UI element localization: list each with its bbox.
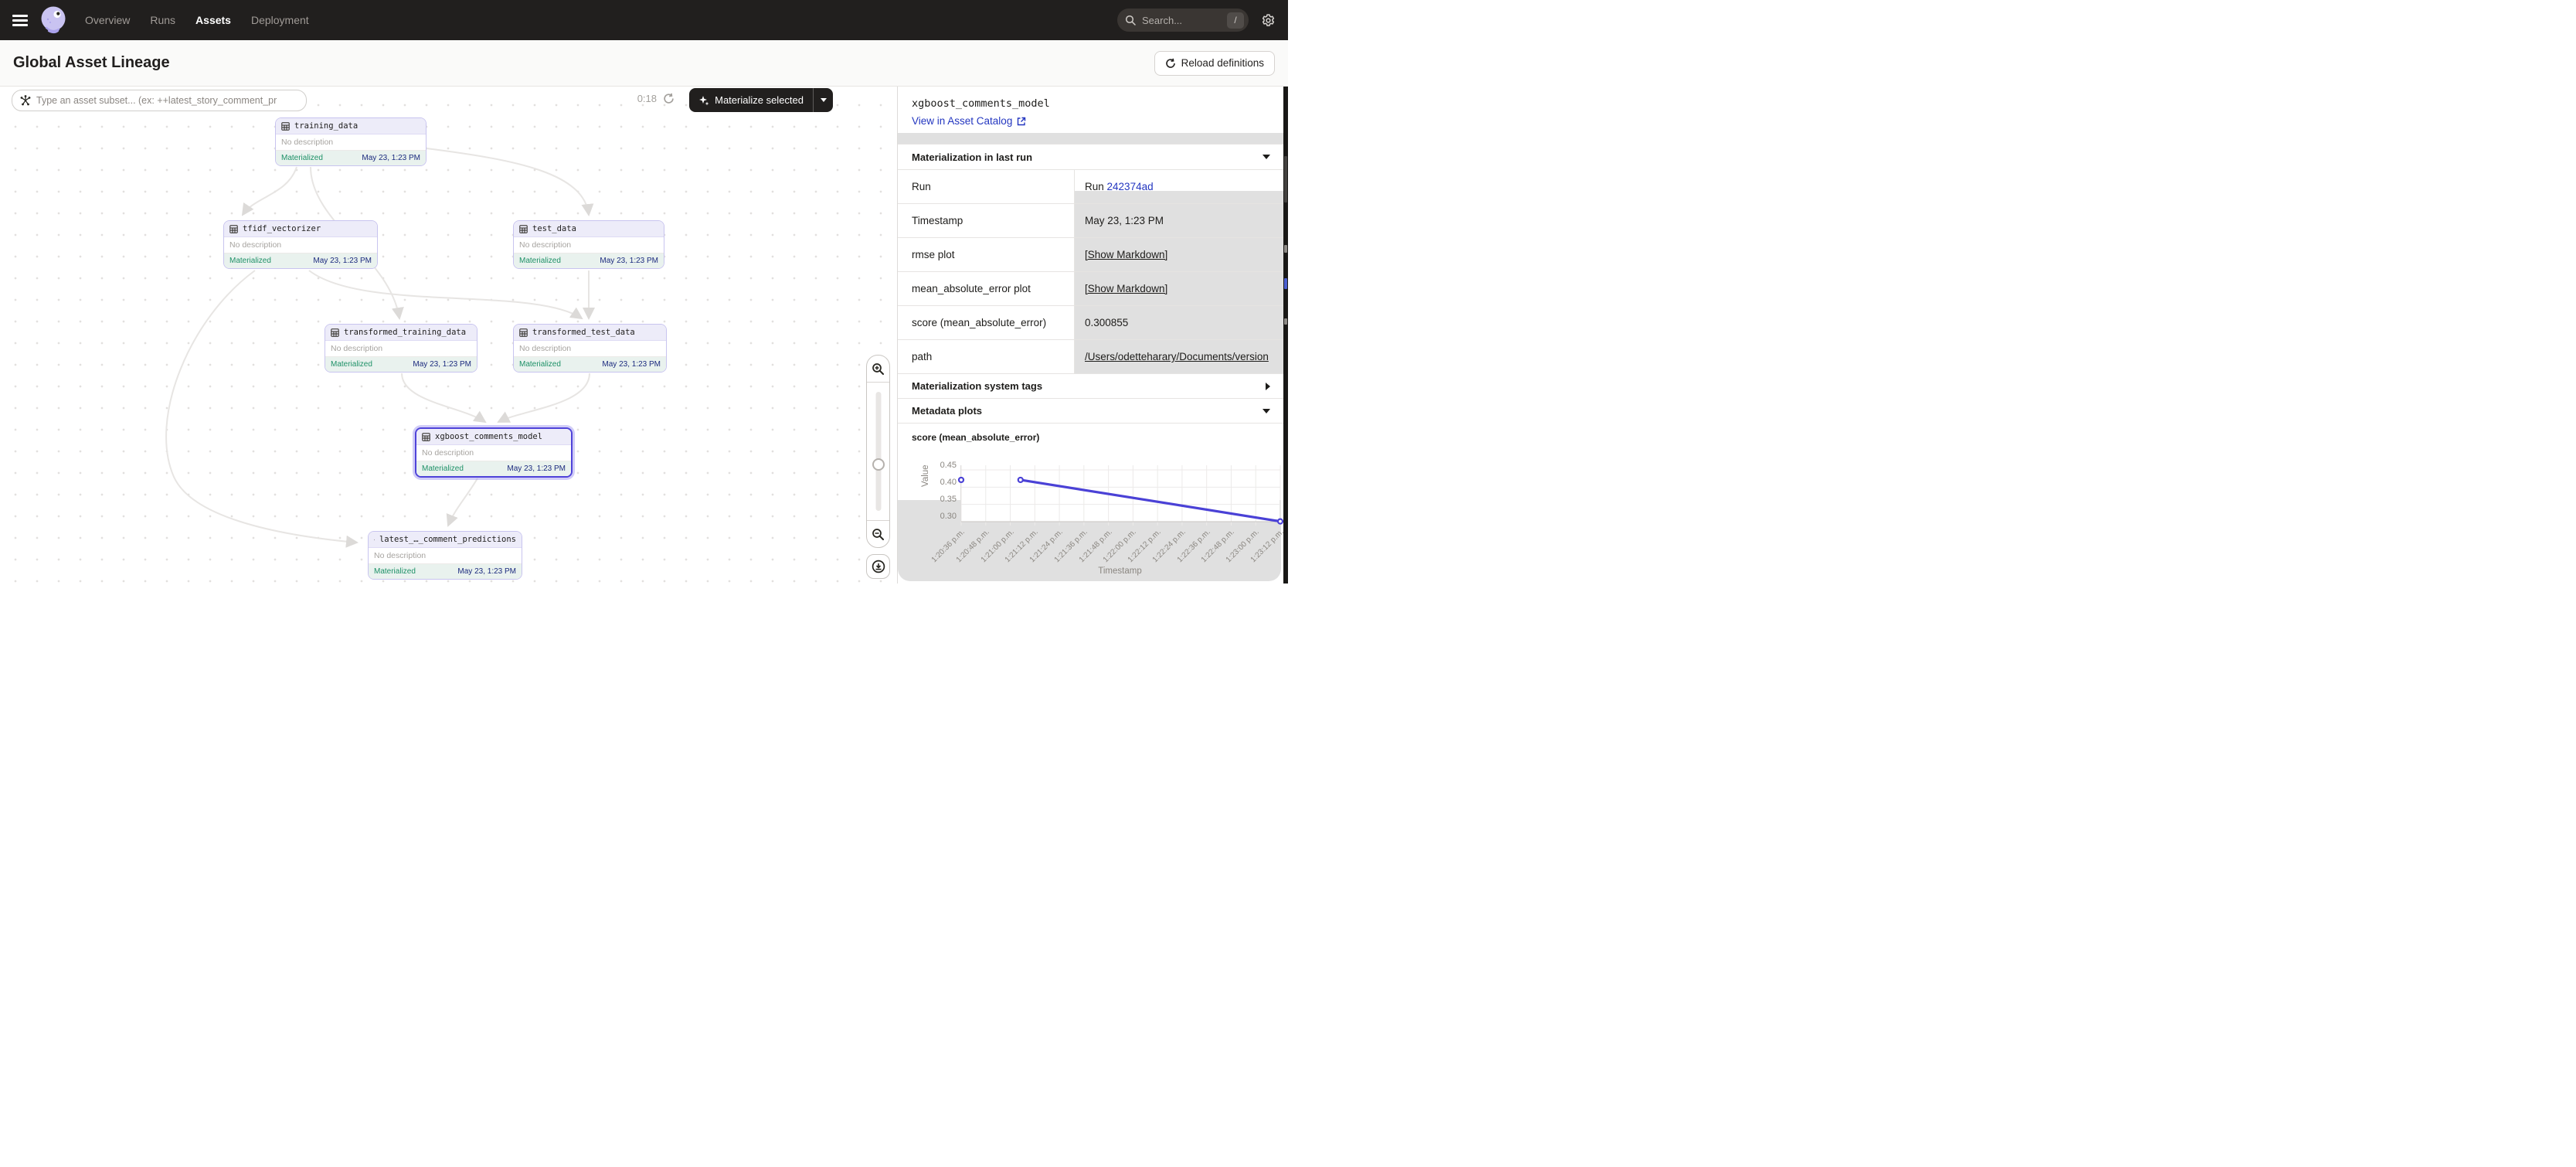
asset-lineage-graph: Type an asset subset... (ex: ++latest_st… [0,87,897,584]
metadata-row-path: path /Users/odetteharary/Documents/versi… [898,340,1284,374]
plot-canvas [960,465,1280,522]
search-icon [1125,15,1136,26]
zoom-controls [866,355,890,548]
refresh-icon [1165,58,1176,69]
download-graph-button[interactable] [866,554,890,579]
table-icon [519,328,528,337]
materialize-selected-button[interactable]: Materialize selected [689,88,833,112]
x-axis-title: Timestamp [960,566,1280,576]
section-metadata-plots[interactable]: Metadata plots [898,399,1284,424]
table-icon [331,328,339,337]
zoom-slider[interactable] [867,383,889,520]
refresh-timer: 0:18 [637,93,657,104]
run-id-link[interactable]: 242374ad [1107,181,1154,192]
table-icon [281,122,290,131]
section-materialization-system-tags[interactable]: Materialization system tags [898,374,1284,399]
view-in-asset-catalog-link[interactable]: View in Asset Catalog [898,110,1040,129]
search-placeholder: Search... [1142,15,1227,26]
panel-asset-title: xgboost_comments_model [898,87,1284,110]
settings-button[interactable] [1261,13,1276,28]
status-badge: Materialized [229,257,271,265]
asset-node-xgboost-comments-model[interactable]: xgboost_comments_model No description Ma… [415,427,573,478]
asset-details-panel: xgboost_comments_model View in Asset Cat… [897,87,1288,584]
download-icon [872,560,885,573]
metadata-row-mae-plot: mean_absolute_error plot [Show Markdown] [898,272,1284,306]
chevron-down-icon [821,98,827,102]
zoom-slider-track [875,392,881,511]
metadata-plot-title: score (mean_absolute_error) [898,424,1284,444]
search-input[interactable]: Search... / [1117,9,1249,32]
metadata-row-score: score (mean_absolute_error) 0.300855 [898,306,1284,340]
reload-definitions-button[interactable]: Reload definitions [1154,51,1275,76]
table-icon [374,536,375,544]
chevron-down-icon [1263,409,1270,413]
loading-placeholder [898,133,1284,144]
sparkle-icon [698,95,709,106]
asset-node-latest-comment-predictions[interactable]: latest_…_comment_predictions No descript… [368,531,522,580]
zoom-out-button[interactable] [867,520,889,547]
y-axis-title: Value [921,464,930,487]
zoom-in-button[interactable] [867,356,889,383]
asset-node-transformed-test-data[interactable]: transformed_test_data No description Mat… [513,324,667,373]
zoom-in-icon [872,362,885,376]
dagster-logo[interactable] [39,5,68,35]
zoom-slider-handle[interactable] [872,458,885,471]
section-materialization-last-run[interactable]: Materialization in last run [898,144,1284,170]
asset-node-transformed-training-data[interactable]: transformed_training_data No description… [325,324,477,373]
metadata-row-timestamp: Timestamp May 23, 1:23 PM [898,204,1284,238]
asset-node-tfidf-vectorizer[interactable]: tfidf_vectorizer No description Material… [223,220,378,269]
search-shortcut-badge: / [1227,12,1244,29]
menu-icon[interactable] [12,15,28,26]
chevron-right-icon [1266,383,1270,390]
loading-placeholder [1075,191,1284,203]
nav-link-runs[interactable]: Runs [150,14,175,26]
table-icon [229,225,238,233]
refresh-graph-icon[interactable] [663,93,675,104]
chevron-down-icon [1263,155,1270,159]
gear-icon [1261,13,1276,28]
nav-links: Overview Runs Assets Deployment [85,14,309,26]
zoom-out-icon [872,528,885,541]
status-badge: Materialized [519,257,561,265]
status-badge: Materialized [422,464,464,473]
materialize-options-dropdown[interactable] [813,88,833,112]
external-link-icon [1017,117,1026,126]
asset-subset-input[interactable]: Type an asset subset... (ex: ++latest_st… [12,90,307,111]
metadata-row-rmse-plot: rmse plot [Show Markdown] [898,238,1284,272]
page-header: Global Asset Lineage Reload definitions [0,40,1288,87]
path-link[interactable]: /Users/odetteharary/Documents/version [1085,351,1269,362]
status-badge: Materialized [331,360,372,369]
asset-node-test-data[interactable]: test_data No description MaterializedMay… [513,220,664,269]
metadata-plot: Value 0.45 0.40 0.35 0.30 1:20:36 p.m.1:… [898,444,1284,584]
nav-link-assets[interactable]: Assets [195,14,231,26]
table-icon [422,433,430,441]
show-markdown-link[interactable]: [Show Markdown] [1085,249,1167,260]
page-title: Global Asset Lineage [13,54,170,72]
metadata-row-run: Run Run 242374ad [898,170,1284,204]
top-nav: Overview Runs Assets Deployment Search..… [0,0,1288,40]
graph-toolbar: Type an asset subset... (ex: ++latest_st… [0,87,897,122]
metadata-plot-svg [961,465,1280,526]
asset-subset-placeholder: Type an asset subset... (ex: ++latest_st… [36,95,277,106]
asset-graph-icon [20,95,31,106]
status-badge: Materialized [519,360,561,369]
nav-link-deployment[interactable]: Deployment [251,14,309,26]
background-window-sliver [1283,87,1288,584]
table-icon [519,225,528,233]
status-badge: Materialized [374,567,416,576]
status-badge: Materialized [281,154,323,162]
asset-node-training-data[interactable]: training_data No description Materialize… [275,117,427,166]
show-markdown-link[interactable]: [Show Markdown] [1085,283,1167,294]
nav-link-overview[interactable]: Overview [85,14,130,26]
